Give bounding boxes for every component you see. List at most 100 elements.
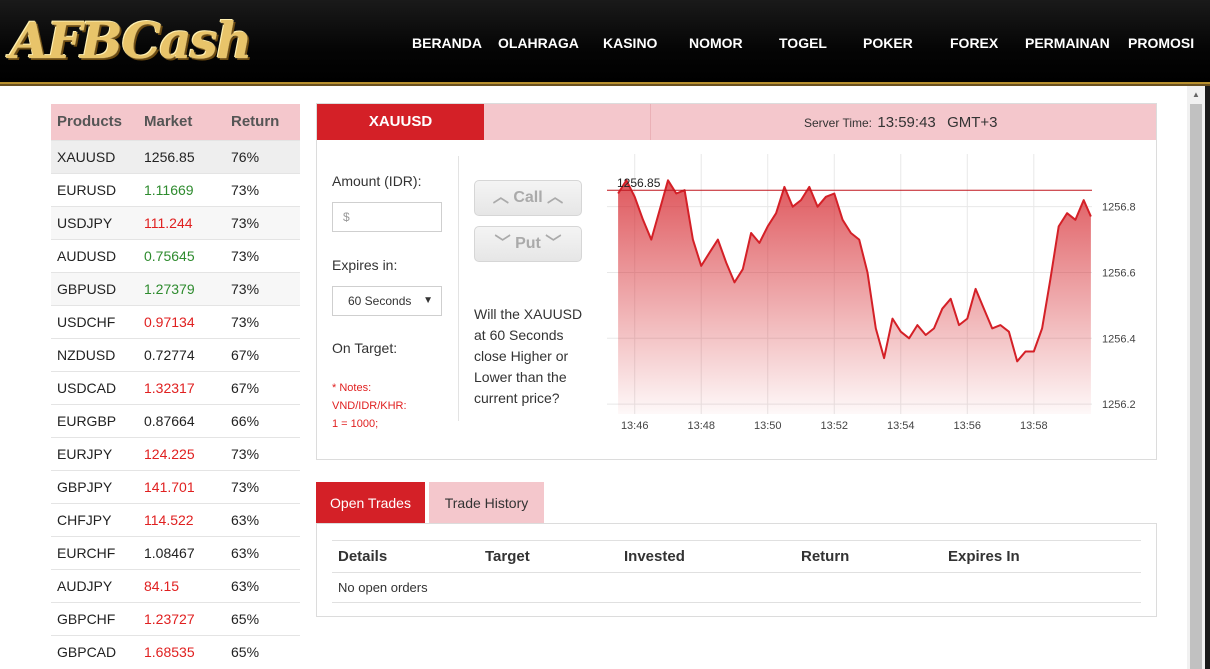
product-row[interactable]: CHFJPY 114.522 63% (51, 502, 300, 536)
col-products: Products (51, 104, 138, 140)
product-symbol: GBPUSD (51, 271, 138, 305)
main-nav: BERANDA OLAHRAGA KASINO NOMOR TOGEL POKE… (0, 35, 1210, 53)
expires-value: 60 Seconds (348, 294, 412, 308)
price-chart: 1256.85 1256.8 1256.6 1256.4 1256.2 13:46 13:4… (607, 154, 1136, 432)
product-return: 73% (225, 172, 300, 206)
nav-forex[interactable]: FOREX (950, 35, 998, 51)
product-market-price: 0.97134 (138, 304, 225, 338)
product-symbol: USDCAD (51, 370, 138, 404)
nav-togel[interactable]: TOGEL (779, 35, 827, 51)
product-market-price: 1.68535 (138, 634, 225, 668)
x-tick-label: 13:48 (687, 420, 715, 432)
call-button[interactable]: ︿ Call ︿ (474, 180, 582, 216)
product-row[interactable]: XAUUSD 1256.85 76% (51, 139, 300, 173)
product-market-price: 141.701 (138, 469, 225, 503)
x-tick-label: 13:58 (1020, 420, 1048, 432)
tab-open-trades[interactable]: Open Trades (316, 482, 425, 524)
product-symbol: CHFJPY (51, 502, 138, 536)
product-row[interactable]: EURGBP 0.87664 66% (51, 403, 300, 437)
col-target: Target (479, 540, 618, 573)
chevron-down-icon: ﹀ (545, 235, 562, 252)
nav-olahraga[interactable]: OLAHRAGA (498, 35, 579, 51)
right-edge (1205, 86, 1210, 669)
product-row[interactable]: GBPCAD 1.68535 65% (51, 634, 300, 668)
product-return: 67% (225, 370, 300, 404)
product-row[interactable]: GBPUSD 1.27379 73% (51, 271, 300, 305)
product-return: 65% (225, 634, 300, 668)
notes-line-3: 1 = 1000; (332, 418, 379, 430)
col-invested: Invested (618, 540, 795, 573)
product-return: 73% (225, 205, 300, 239)
put-button[interactable]: ﹀ Put ﹀ (474, 226, 582, 262)
product-symbol: AUDUSD (51, 238, 138, 272)
x-tick-label: 13:50 (754, 420, 782, 432)
col-return: Return (795, 540, 942, 573)
col-return: Return (225, 104, 300, 140)
main-content: Products Market Return XAUUSD 1256.85 76% E… (5, 86, 1187, 669)
trades-table: Details Target Invested Return Expires I… (332, 540, 1141, 603)
product-market-price: 111.244 (138, 205, 225, 239)
trades-header-row: Details Target Invested Return Expires I… (332, 540, 1141, 573)
product-return: 66% (225, 403, 300, 437)
symbol-tab[interactable]: XAUUSD (317, 104, 484, 140)
product-market-price: 114.522 (138, 502, 225, 536)
nav-nomor[interactable]: NOMOR (689, 35, 743, 51)
product-row[interactable]: USDCAD 1.32317 67% (51, 370, 300, 404)
product-return: 73% (225, 469, 300, 503)
scrollbar-thumb[interactable] (1190, 104, 1202, 669)
product-row[interactable]: GBPCHF 1.23727 65% (51, 601, 300, 635)
on-target-label: On Target: (332, 340, 398, 356)
put-label: Put (515, 235, 541, 252)
amount-label: Amount (IDR): (332, 173, 422, 189)
product-market-price: 0.87664 (138, 403, 225, 437)
x-tick-label: 13:46 (621, 420, 649, 432)
product-row[interactable]: USDCHF 0.97134 73% (51, 304, 300, 338)
nav-beranda[interactable]: BERANDA (412, 35, 482, 51)
product-market-price: 124.225 (138, 436, 225, 470)
product-return: 76% (225, 139, 300, 173)
product-symbol: GBPCAD (51, 634, 138, 668)
expires-select[interactable]: 60 Seconds ▼ (332, 286, 442, 316)
trades-panel: Details Target Invested Return Expires I… (316, 523, 1157, 617)
timezone: GMT+3 (947, 114, 998, 131)
y-tick-label: 1256.8 (1102, 202, 1136, 214)
product-row[interactable]: GBPJPY 141.701 73% (51, 469, 300, 503)
product-symbol: EURCHF (51, 535, 138, 569)
product-symbol: XAUUSD (51, 139, 138, 173)
product-row[interactable]: AUDJPY 84.15 63% (51, 568, 300, 602)
empty-row: No open orders (332, 572, 1141, 603)
nav-promosi[interactable]: PROMOSI (1128, 35, 1194, 51)
product-symbol: EURUSD (51, 172, 138, 206)
product-row[interactable]: USDJPY 111.244 73% (51, 205, 300, 239)
server-time: Server Time: 13:59:43 GMT+3 (804, 114, 998, 131)
amount-placeholder: $ (343, 210, 350, 224)
product-return: 73% (225, 304, 300, 338)
y-tick-label: 1256.6 (1102, 267, 1136, 279)
form-divider (458, 156, 459, 421)
product-row[interactable]: EURUSD 1.11669 73% (51, 172, 300, 206)
scroll-up-arrow-icon[interactable]: ▲ (1187, 86, 1205, 103)
product-market-price: 1.08467 (138, 535, 225, 569)
nav-poker[interactable]: POKER (863, 35, 913, 51)
site-header: AFBCash BERANDA OLAHRAGA KASINO NOMOR TO… (0, 0, 1210, 86)
product-symbol: USDJPY (51, 205, 138, 239)
product-market-price: 0.75645 (138, 238, 225, 272)
product-return: 73% (225, 271, 300, 305)
product-row[interactable]: NZDUSD 0.72774 67% (51, 337, 300, 371)
product-market-price: 0.72774 (138, 337, 225, 371)
product-row[interactable]: EURCHF 1.08467 63% (51, 535, 300, 569)
nav-kasino[interactable]: KASINO (603, 35, 657, 51)
product-symbol: GBPCHF (51, 601, 138, 635)
product-return: 73% (225, 238, 300, 272)
products-header-row: Products Market Return (51, 104, 300, 140)
page-scrollbar[interactable]: ▲ (1187, 86, 1205, 669)
nav-permainan[interactable]: PERMAINAN (1025, 35, 1110, 51)
product-row[interactable]: EURJPY 124.225 73% (51, 436, 300, 470)
chevron-up-icon: ︿ (492, 189, 509, 206)
amount-input[interactable]: $ (332, 202, 442, 232)
product-market-price: 1.32317 (138, 370, 225, 404)
product-row[interactable]: AUDUSD 0.75645 73% (51, 238, 300, 272)
product-symbol: EURGBP (51, 403, 138, 437)
tab-trade-history[interactable]: Trade History (429, 482, 544, 524)
x-tick-label: 13:54 (887, 420, 915, 432)
